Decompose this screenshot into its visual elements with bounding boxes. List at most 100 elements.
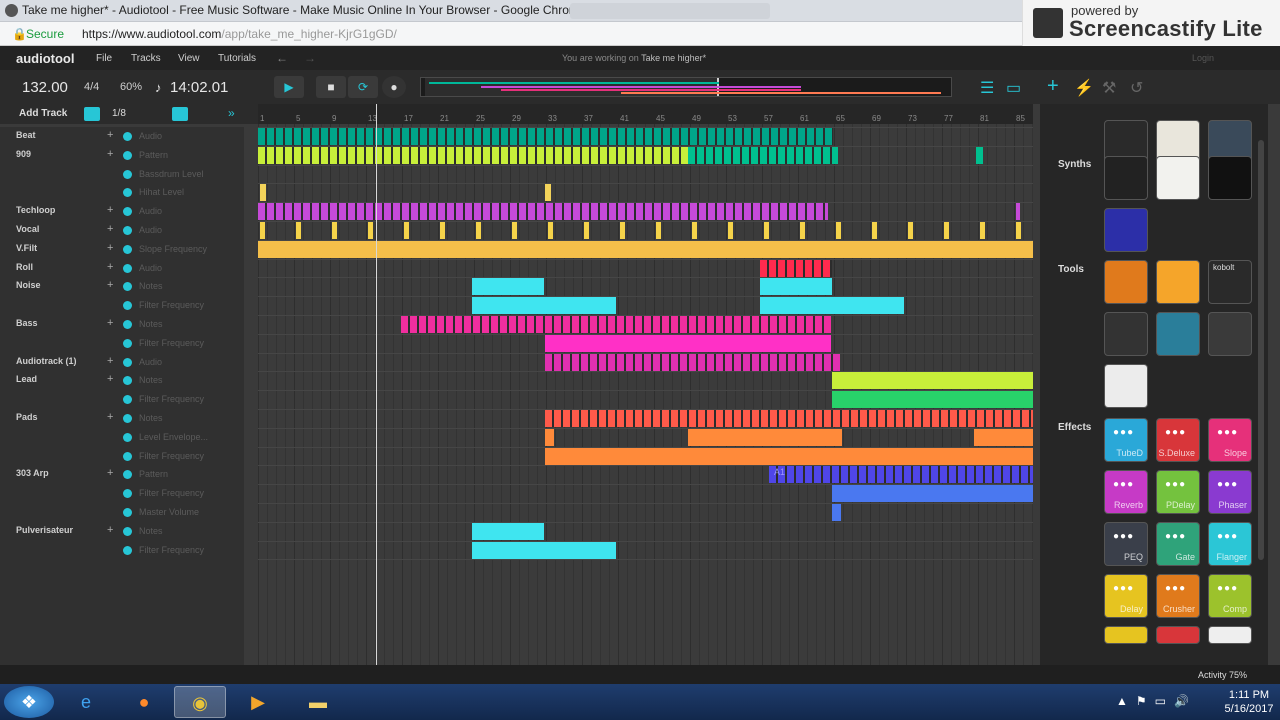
timeline-clip[interactable] xyxy=(832,391,1033,409)
track-power-dot[interactable] xyxy=(123,470,132,480)
track-power-dot[interactable] xyxy=(123,226,132,235)
timeline-clip[interactable] xyxy=(296,222,301,239)
timeline-clip[interactable] xyxy=(545,334,831,352)
snap-button[interactable] xyxy=(84,107,100,121)
loop-button[interactable]: ⟳ xyxy=(348,76,378,98)
track-row[interactable]: Filter Frequency xyxy=(0,447,244,466)
track-power-dot[interactable] xyxy=(123,508,132,517)
track-row[interactable]: 303 Arp + Pattern xyxy=(0,465,244,484)
add-lane-icon[interactable]: + xyxy=(107,467,113,479)
timeline-clip[interactable] xyxy=(760,297,904,315)
track-row[interactable]: Techloop + Audio xyxy=(0,202,244,221)
timeline-clip[interactable] xyxy=(332,222,337,239)
track-power-dot[interactable] xyxy=(123,263,132,273)
timeline-clip[interactable] xyxy=(832,504,841,521)
track-power-dot[interactable] xyxy=(123,301,132,311)
effect-device[interactable]: ●●● TubeD xyxy=(1104,418,1148,462)
timeline-clip[interactable] xyxy=(980,222,985,239)
track-row[interactable]: Pads + Notes xyxy=(0,409,244,428)
tool-device[interactable] xyxy=(1208,312,1252,356)
add-icon[interactable]: + xyxy=(1047,75,1059,98)
undo-arrow-icon[interactable]: ← xyxy=(276,51,288,65)
grid-select[interactable]: 1/8 xyxy=(112,108,126,119)
timeline-clip[interactable] xyxy=(872,222,877,239)
track-power-dot[interactable] xyxy=(123,207,132,217)
timeline-clip[interactable] xyxy=(545,447,1033,465)
timeline-clip[interactable] xyxy=(368,222,373,239)
menu-tutorials[interactable]: Tutorials xyxy=(218,53,256,64)
wrench-icon[interactable]: ⚒ xyxy=(1102,78,1116,98)
start-button[interactable]: ❖ xyxy=(4,686,54,718)
effect-device[interactable]: ●●● Slope xyxy=(1208,418,1252,462)
browser-tab[interactable] xyxy=(570,3,770,19)
timeline-clip[interactable] xyxy=(692,222,697,239)
effect-device[interactable] xyxy=(1208,626,1252,644)
timeline-clip[interactable] xyxy=(545,184,551,202)
track-power-dot[interactable] xyxy=(123,150,132,160)
track-row[interactable]: Filter Frequency xyxy=(0,334,244,353)
track-power-dot[interactable] xyxy=(123,132,132,141)
effect-device[interactable]: ●●● Phaser xyxy=(1208,470,1252,514)
synth-device[interactable] xyxy=(1104,156,1148,200)
chrome-icon[interactable]: ◉ xyxy=(174,686,226,718)
track-power-dot[interactable] xyxy=(123,526,132,536)
timeline-clip[interactable] xyxy=(545,410,1033,427)
timeline-clip[interactable] xyxy=(832,372,1033,390)
timeline-clip[interactable] xyxy=(545,428,554,446)
timeline-clip[interactable] xyxy=(472,278,544,296)
track-name[interactable]: Beat xyxy=(16,130,36,140)
add-lane-icon[interactable]: + xyxy=(107,223,113,235)
track-power-dot[interactable] xyxy=(123,244,132,254)
audiotool-logo[interactable]: audiotool xyxy=(16,51,75,66)
track-row[interactable]: Lead + Notes xyxy=(0,371,244,390)
track-power-dot[interactable] xyxy=(123,338,132,348)
timeline-clip[interactable] xyxy=(258,128,833,145)
tool-device[interactable] xyxy=(1104,312,1148,356)
playhead[interactable] xyxy=(376,104,377,665)
timeline-clip[interactable] xyxy=(764,222,769,239)
track-row[interactable]: Vocal + Audio xyxy=(0,221,244,240)
track-row[interactable]: Filter Frequency xyxy=(0,296,244,315)
play-button[interactable]: ▶ xyxy=(274,76,304,98)
timeline-clip[interactable] xyxy=(976,146,983,164)
timeline-clip[interactable] xyxy=(760,259,832,277)
track-name[interactable]: Pulverisateur xyxy=(16,525,73,535)
effect-device[interactable]: ●●● Crusher xyxy=(1156,574,1200,618)
arrangement-timeline[interactable]: A1 xyxy=(258,124,1033,665)
zoom-level[interactable]: 60% xyxy=(120,81,142,93)
effect-device[interactable] xyxy=(1104,626,1148,644)
add-lane-icon[interactable]: + xyxy=(107,524,113,536)
redo-arrow-icon[interactable]: → xyxy=(304,51,316,65)
timeline-clip[interactable] xyxy=(728,222,733,239)
timeline-clip[interactable] xyxy=(800,222,805,239)
track-name[interactable]: Noise xyxy=(16,280,41,290)
folder-icon[interactable]: ▭ xyxy=(1006,78,1021,98)
effect-device[interactable]: ●●● Delay xyxy=(1104,574,1148,618)
track-row[interactable]: Roll + Audio xyxy=(0,259,244,278)
timeline-clip[interactable] xyxy=(908,222,913,239)
tray-clock[interactable]: 1:11 PM 5/16/2017 xyxy=(1222,688,1276,716)
timeline-ruler[interactable]: 1 5 9 13 17 21 25 29 33 37 41 45 49 53 57 61 65 69 73 77 81 8… xyxy=(258,104,1033,124)
effect-device[interactable]: ●●● PEQ xyxy=(1104,522,1148,566)
undo-icon[interactable]: ↺ xyxy=(1130,78,1143,98)
track-name[interactable]: Vocal xyxy=(16,224,39,234)
track-row[interactable]: Beat + Audio xyxy=(0,127,244,146)
track-power-dot[interactable] xyxy=(123,451,132,461)
timeline-clip[interactable] xyxy=(472,297,616,315)
firefox-icon[interactable]: ● xyxy=(118,686,170,718)
scroll-right-icon[interactable]: » xyxy=(228,106,235,120)
track-name[interactable]: Bass xyxy=(16,318,38,328)
timeline-clip[interactable] xyxy=(401,316,831,333)
track-name[interactable]: Audiotrack (1) xyxy=(16,356,77,366)
track-name[interactable]: Techloop xyxy=(16,205,55,215)
synth-device[interactable] xyxy=(1104,208,1148,252)
track-power-dot[interactable] xyxy=(123,169,132,179)
timeline-clip[interactable] xyxy=(688,428,842,446)
timeline-clip[interactable] xyxy=(258,240,1033,258)
add-lane-icon[interactable]: + xyxy=(107,242,113,254)
track-row[interactable]: Hihat Level xyxy=(0,183,244,202)
timeline-clip[interactable] xyxy=(836,222,841,239)
add-lane-icon[interactable]: + xyxy=(107,279,113,291)
url-text[interactable]: https://www.audiotool.com/app/take_me_hi… xyxy=(82,27,397,41)
track-row[interactable]: Level Envelope... xyxy=(0,428,244,447)
